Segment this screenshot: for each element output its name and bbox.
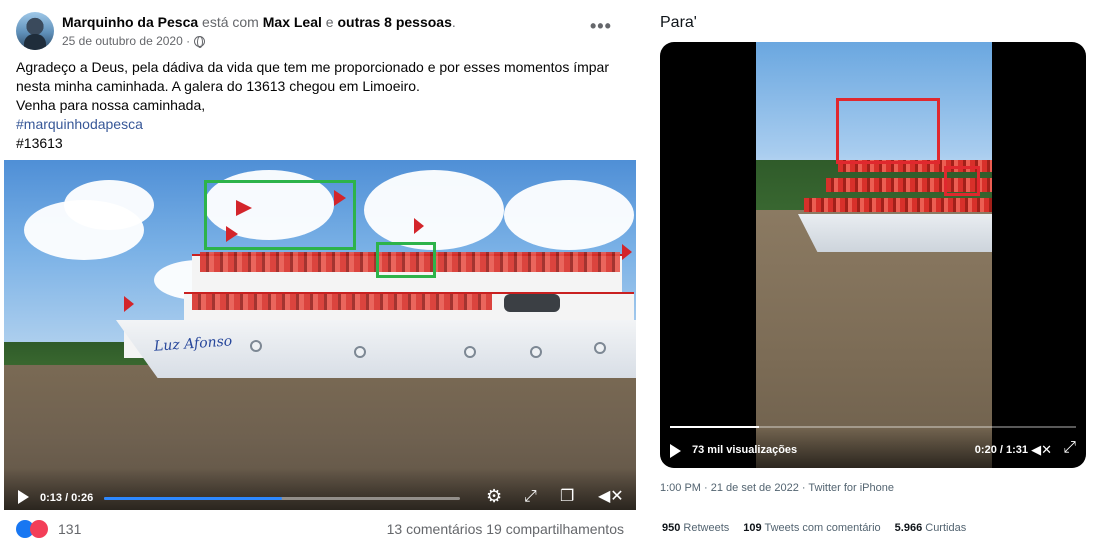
comments-count[interactable]: 13 comentários (387, 521, 483, 537)
period-text: . (451, 14, 456, 30)
highlight-box-banner (944, 166, 980, 196)
boat-hull (798, 214, 992, 252)
mute-speaker-icon[interactable]: ◀✕ (598, 489, 624, 505)
post-text-line: nesta minha caminhada. A galera do 13613… (16, 78, 420, 94)
red-flag (124, 296, 134, 312)
globe-icon (194, 35, 206, 48)
porthole (594, 342, 606, 354)
reactions-count[interactable]: 131 (58, 521, 81, 537)
love-reaction-icon[interactable] (30, 520, 48, 538)
video-controls: 0:13 / 0:26 ⚙ ⤢ ❐ ◀✕ (4, 468, 636, 510)
tagged-others-link[interactable]: outras 8 pessoas (337, 14, 451, 30)
post-header: Marquinho da Pesca está com Max Leal e o… (62, 14, 456, 30)
highlight-box-flags (204, 180, 356, 250)
tweet: Para' 73 mil visualizações 0:20 / 1:31 ◀… (648, 0, 1100, 548)
quote-tweets-stat[interactable]: 109 Tweets com comentário (743, 522, 880, 534)
tweet-text: Para' (660, 14, 697, 31)
hashtag-link[interactable]: #marquinhodapesca (16, 115, 626, 134)
red-flag (622, 244, 632, 260)
porthole (530, 346, 542, 358)
post-text: Agradeço a Deus, pela dádiva da vida que… (16, 58, 626, 153)
boat-crowd-middle (192, 294, 492, 310)
cloud (64, 180, 154, 230)
video-time: 0:20 / 1:31 (974, 444, 1028, 456)
picture-in-picture-icon[interactable]: ❐ (560, 489, 574, 505)
video-views: 73 mil visualizações (692, 444, 798, 456)
author-avatar[interactable] (16, 12, 54, 50)
shares-count[interactable]: 19 compartilhamentos (486, 521, 624, 537)
likes-label: Curtidas (925, 522, 967, 534)
tweet-video[interactable]: 73 mil visualizações 0:20 / 1:31 ◀✕ ⤢ (660, 42, 1086, 468)
highlight-box-banner (376, 242, 436, 278)
quote-tweets-label: Tweets com comentário (764, 522, 881, 534)
post-text-line: Venha para nossa caminhada, (16, 97, 206, 113)
cloud (504, 180, 634, 250)
with-text: está com (202, 14, 259, 30)
retweets-stat[interactable]: 950 Retweets (662, 522, 729, 534)
likes-stat[interactable]: 5.966 Curtidas (895, 522, 967, 534)
tweet-stats: 950 Retweets 109 Tweets com comentário 5… (662, 522, 966, 534)
tagged-person[interactable]: Max Leal (263, 14, 322, 30)
post-text-line: Agradeço a Deus, pela dádiva da vida que… (16, 59, 610, 75)
fullscreen-expand-icon[interactable]: ⤢ (524, 489, 537, 505)
post-date: 25 de outubro de 2020 · (62, 34, 206, 48)
author-name[interactable]: Marquinho da Pesca (62, 14, 198, 30)
tweet-meta[interactable]: 1:00 PM · 21 de set de 2022 · Twitter fo… (660, 482, 894, 494)
video-progress-fill (104, 497, 282, 500)
red-flag (414, 218, 424, 234)
highlight-box-flags (836, 98, 940, 164)
post-video[interactable]: Luz Afonso 0:13 / 0:26 ⚙ ⤢ ❐ ◀✕ (4, 160, 636, 510)
likes-count: 5.966 (894, 522, 923, 534)
porthole (250, 340, 262, 352)
cloud (364, 170, 504, 250)
boat-crowd-lower (804, 198, 992, 212)
retweets-count: 950 (662, 522, 681, 534)
mute-speaker-icon[interactable]: ◀✕ (1031, 442, 1052, 458)
quote-tweets-count: 109 (743, 522, 762, 534)
retweets-label: Retweets (683, 522, 730, 534)
boat-window (504, 294, 560, 312)
and-text: e (325, 14, 334, 30)
porthole (464, 346, 476, 358)
settings-gear-icon[interactable]: ⚙ (486, 487, 502, 505)
post-footer: 131 13 comentários 19 compartilhamentos (16, 520, 624, 540)
video-time: 0:13 / 0:26 (40, 492, 94, 504)
porthole (354, 346, 366, 358)
post-date-text[interactable]: 25 de outubro de 2020 · (62, 34, 190, 48)
play-icon[interactable] (670, 444, 681, 458)
fullscreen-expand-icon[interactable]: ⤢ (1063, 440, 1076, 456)
more-options-icon[interactable]: ••• (590, 16, 612, 37)
tweet-video-controls: 73 mil visualizações 0:20 / 1:31 ◀✕ ⤢ (660, 428, 1086, 468)
number-tag: #13613 (16, 135, 63, 151)
tweet-video-frame (756, 42, 992, 468)
facebook-post: Marquinho da Pesca está com Max Leal e o… (0, 0, 640, 548)
video-progress-bar[interactable] (104, 497, 460, 500)
play-icon[interactable] (18, 490, 29, 504)
post-stats: 13 comentários 19 compartilhamentos (387, 521, 624, 537)
